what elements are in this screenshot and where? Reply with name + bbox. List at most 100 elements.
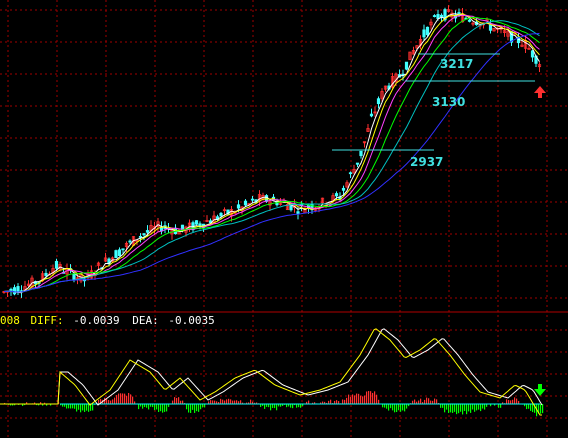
level-label-3130: 3130	[432, 95, 465, 109]
macd-bar	[308, 400, 310, 404]
macd-bar	[232, 400, 234, 404]
candle-body	[12, 287, 17, 295]
candle-body	[138, 235, 143, 238]
macd-bar	[84, 404, 86, 412]
candle-body	[243, 200, 248, 206]
macd-bar	[290, 404, 292, 408]
macd-bar	[224, 400, 226, 404]
macd-bar	[384, 404, 386, 408]
macd-bar	[428, 398, 430, 404]
macd-bar	[270, 404, 272, 411]
macd-bar	[292, 404, 294, 409]
candle-body	[432, 15, 437, 17]
macd-bar	[202, 404, 204, 408]
macd-bar	[188, 404, 190, 413]
macd-bar	[352, 394, 354, 404]
macd-bar	[110, 400, 112, 404]
macd-bar	[274, 404, 276, 409]
macd-bar	[360, 395, 362, 404]
macd-bar	[420, 398, 422, 404]
macd-bar	[66, 404, 68, 409]
macd-bar	[222, 399, 224, 404]
macd-bar	[124, 393, 126, 404]
macd-bar	[230, 399, 232, 404]
macd-bar	[532, 404, 534, 413]
macd-bar	[86, 404, 88, 411]
macd-bar	[454, 404, 456, 412]
macd-bar	[160, 404, 162, 412]
macd-bar	[468, 404, 470, 412]
macd-bar	[112, 399, 114, 404]
macd-bar	[392, 404, 394, 411]
candle-body	[16, 286, 20, 293]
macd-prefix: 008	[0, 314, 20, 327]
candle-body	[348, 172, 353, 175]
macd-bar	[142, 404, 144, 409]
macd-bar	[498, 404, 500, 408]
macd-bar	[430, 400, 432, 404]
macd-bar	[406, 404, 408, 409]
candle-body	[44, 272, 48, 276]
level-label-3217: 3217	[440, 57, 473, 71]
candle-body	[121, 248, 125, 251]
macd-bar	[346, 397, 348, 404]
macd-bar	[342, 399, 344, 404]
macd-bar	[106, 398, 108, 404]
candle-body	[369, 113, 374, 117]
macd-bar	[174, 397, 176, 404]
macd-bar	[418, 400, 420, 404]
candle-body	[194, 220, 199, 225]
candle-body	[439, 14, 444, 18]
macd-bar	[98, 399, 100, 404]
macd-bar	[226, 399, 228, 404]
macd-bar	[220, 398, 222, 404]
candle-body	[530, 50, 535, 58]
macd-bar	[350, 396, 352, 404]
candle-body	[145, 230, 150, 233]
macd-bar	[158, 404, 160, 412]
macd-bar	[354, 395, 356, 404]
macd-bar	[398, 404, 400, 411]
macd-bar	[446, 404, 448, 410]
macd-bar	[414, 399, 416, 404]
macd-bar	[116, 395, 118, 404]
macd-bar	[194, 404, 196, 413]
macd-bar	[378, 399, 380, 404]
macd-bar	[300, 404, 302, 408]
macd-bar	[186, 404, 188, 410]
macd-bar	[192, 404, 194, 410]
macd-bar	[272, 404, 274, 408]
macd-bar	[126, 395, 128, 404]
macd-bar	[120, 393, 122, 404]
macd-bar	[114, 397, 116, 404]
diff-value: -0.0039	[73, 314, 119, 327]
macd-bar	[540, 404, 542, 414]
macd-bar	[362, 396, 364, 404]
candle-body	[404, 61, 409, 70]
macd-bar	[178, 397, 180, 404]
macd-bar	[234, 400, 236, 404]
candle-body	[219, 212, 223, 217]
macd-bar	[386, 404, 388, 409]
macd-bar	[336, 400, 338, 404]
macd-bar	[366, 391, 368, 404]
macd-bar	[526, 404, 528, 410]
macd-bar	[426, 397, 428, 404]
candle-body	[250, 198, 255, 201]
macd-bar	[436, 399, 438, 404]
macd-bar	[474, 404, 476, 412]
macd-bar	[404, 404, 406, 412]
macd-bar	[478, 404, 480, 410]
macd-bar	[130, 394, 132, 404]
macd-bar	[80, 404, 82, 413]
macd-bar	[528, 404, 530, 409]
macd-bar	[470, 404, 472, 413]
macd-bar	[358, 393, 360, 404]
macd-bar	[198, 404, 200, 412]
dea-value: -0.0035	[168, 314, 214, 327]
macd-bar	[76, 404, 78, 412]
macd-bar	[374, 391, 376, 404]
macd-bar	[154, 404, 156, 411]
chart-background	[0, 0, 568, 438]
candle-body	[457, 12, 461, 14]
